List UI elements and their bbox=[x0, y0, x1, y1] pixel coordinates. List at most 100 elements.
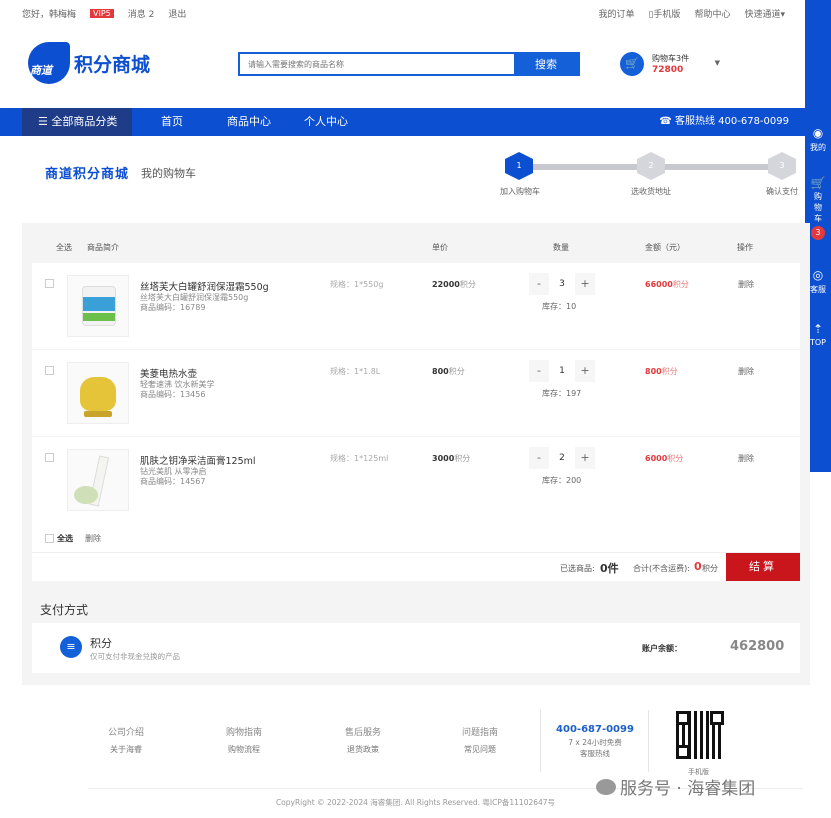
footer-divider bbox=[540, 710, 541, 772]
cart-summary: 全选 删除 已选商品: 0件 合计(不含运费): 0 积分 结算 bbox=[32, 523, 800, 581]
payment-method-name: 积分 bbox=[90, 637, 112, 650]
nav-item-products[interactable]: 商品中心 bbox=[227, 108, 271, 136]
coin-stack-icon: ≡ bbox=[60, 636, 82, 658]
nav-item-profile[interactable]: 个人中心 bbox=[304, 108, 348, 136]
row-amount: 66000积分 bbox=[645, 280, 689, 289]
header-qty: 数量 bbox=[553, 243, 569, 252]
footer-link[interactable]: 关于海睿 bbox=[108, 744, 144, 755]
checkout-button[interactable]: 结算 bbox=[726, 553, 800, 581]
breadcrumb: 商道积分商城 我的购物车 bbox=[45, 163, 197, 183]
nav-item-home[interactable]: 首页 bbox=[161, 108, 183, 136]
footer-col: 公司介绍 关于海睿 bbox=[108, 728, 145, 755]
quick-access-menu[interactable]: 快速通道▾ bbox=[744, 7, 785, 20]
table-header: 全选 商品简介 单价 数量 金额（元） 操作 bbox=[22, 223, 810, 263]
stock-text: 库存：200 bbox=[542, 476, 582, 485]
watermark: 服务号 · 海睿集团 bbox=[596, 774, 755, 799]
increase-button[interactable]: + bbox=[575, 360, 595, 382]
qr-code bbox=[676, 711, 724, 759]
payment-title: 支付方式 bbox=[40, 603, 89, 617]
header-select-all[interactable]: 全选 bbox=[56, 242, 72, 253]
all-categories-button[interactable]: ☰ 全部商品分类 bbox=[22, 108, 132, 136]
select-all-checkbox[interactable] bbox=[45, 534, 54, 543]
logo-text: 积分商城 bbox=[74, 53, 151, 76]
user-icon: ◉ bbox=[812, 126, 824, 140]
delete-link[interactable]: 删除 bbox=[738, 366, 754, 377]
product-image[interactable] bbox=[67, 275, 129, 337]
cart-count-label: 购物车3件 bbox=[652, 53, 690, 63]
decrease-button[interactable]: - bbox=[529, 447, 549, 469]
total-value: 0 bbox=[694, 560, 702, 573]
total-unit: 积分 bbox=[702, 564, 718, 573]
cart-panel: 全选 商品简介 单价 数量 金额（元） 操作 丝塔芙大白罐舒润保湿霜550g 丝… bbox=[22, 223, 810, 685]
product-spec: 规格：1*125ml bbox=[330, 454, 389, 463]
product-spec: 规格：1*550g bbox=[330, 280, 384, 289]
product-image[interactable] bbox=[67, 362, 129, 424]
unit-price: 800积分 bbox=[432, 367, 465, 376]
footer-divider bbox=[648, 710, 649, 772]
mobile-link[interactable]: ▯手机版 bbox=[648, 7, 680, 20]
main-nav: ☰ 全部商品分类 首页 商品中心 个人中心 ☎ 客服热线 400-678-009… bbox=[0, 108, 805, 136]
headset-icon: ☎ bbox=[659, 116, 675, 127]
brand-title: 商道积分商城 bbox=[45, 167, 130, 182]
quantity-input[interactable]: 3 bbox=[549, 273, 575, 295]
increase-button[interactable]: + bbox=[575, 273, 595, 295]
table-row: 丝塔芙大白罐舒润保湿霜550g 丝塔芙大白罐舒润保湿霜550g 商品编码：167… bbox=[32, 263, 800, 349]
header-cart[interactable]: 🛒 购物车3件 72800 ▼ bbox=[620, 51, 730, 77]
greeting-text: 您好，韩梅梅 bbox=[22, 10, 77, 20]
cart-icon: 🛒 bbox=[810, 176, 826, 190]
sidebar-item-mine[interactable]: ◉ 我的 bbox=[805, 126, 831, 153]
chevron-down-icon: ▼ bbox=[714, 59, 720, 67]
help-link[interactable]: 帮助中心 bbox=[694, 7, 730, 20]
quantity-input[interactable]: 1 bbox=[549, 360, 575, 382]
product-spec: 规格：1*1.8L bbox=[330, 367, 381, 376]
step-line bbox=[528, 164, 640, 170]
wechat-icon bbox=[596, 778, 616, 795]
payment-method[interactable]: ≡ 积分 仅可支付非现金兑换的产品 账户余额： 462800 bbox=[32, 623, 800, 673]
checkout-steps: 1 2 3 加入购物车 选收货地址 确认支付 bbox=[500, 150, 800, 200]
delete-link[interactable]: 删除 bbox=[738, 453, 754, 464]
product-name[interactable]: 美菱电热水壶 bbox=[140, 366, 197, 380]
chevron-down-icon: ▾ bbox=[780, 10, 785, 20]
footer-col: 问题指南 常见问题 bbox=[462, 728, 499, 755]
site-logo[interactable]: 商道 积分商城 bbox=[28, 42, 150, 84]
selected-label: 已选商品: bbox=[560, 564, 595, 573]
table-row: 美菱电热水壶 轻奢速沸 饮水新美学 商品编码：13456 规格：1*1.8L 8… bbox=[32, 350, 800, 436]
row-checkbox[interactable] bbox=[45, 453, 54, 462]
increase-button[interactable]: + bbox=[575, 447, 595, 469]
dolphin-logo-icon: 商道 bbox=[28, 42, 70, 84]
row-amount: 800积分 bbox=[645, 367, 678, 376]
delete-link[interactable]: 删除 bbox=[738, 279, 754, 290]
select-all-label[interactable]: 全选 bbox=[57, 533, 73, 544]
step-3-marker: 3 bbox=[768, 152, 796, 180]
footer-link[interactable]: 购物流程 bbox=[226, 744, 262, 755]
quantity-stepper: - 1 + bbox=[529, 360, 595, 382]
logout-link[interactable]: 退出 bbox=[168, 7, 186, 20]
footer-link[interactable]: 退货政策 bbox=[345, 744, 381, 755]
row-checkbox[interactable] bbox=[45, 366, 54, 375]
search-input[interactable] bbox=[240, 54, 514, 74]
cart-badge: 3 bbox=[811, 226, 825, 240]
vip-badge: VIP5 bbox=[90, 9, 114, 18]
decrease-button[interactable]: - bbox=[529, 360, 549, 382]
footer-hotline: 400-687-0099 7 x 24小时免费 客服热线 bbox=[556, 724, 634, 758]
unit-price: 22000积分 bbox=[432, 280, 476, 289]
table-row: 肌肤之钥净采洁面膏125ml 钻光美肌 从零净启 商品编码：14567 规格：1… bbox=[32, 437, 800, 523]
product-code: 商品编码：13456 bbox=[140, 390, 206, 399]
site-header: 商道 积分商城 搜索 🛒 购物车3件 72800 ▼ bbox=[0, 24, 805, 108]
row-amount: 6000积分 bbox=[645, 454, 684, 463]
my-orders-link[interactable]: 我的订单 bbox=[598, 7, 634, 20]
footer-link[interactable]: 常见问题 bbox=[462, 744, 498, 755]
footer-col: 售后服务 退货政策 bbox=[345, 728, 382, 755]
decrease-button[interactable]: - bbox=[529, 273, 549, 295]
step-1-marker: 1 bbox=[505, 152, 533, 180]
cart-points: 72800 bbox=[652, 64, 684, 75]
product-name[interactable]: 肌肤之钥净采洁面膏125ml bbox=[140, 453, 256, 467]
product-image[interactable] bbox=[67, 449, 129, 511]
row-checkbox[interactable] bbox=[45, 279, 54, 288]
messages-link[interactable]: 消息 2 bbox=[128, 7, 155, 20]
page-title: 我的购物车 bbox=[141, 166, 197, 180]
product-name[interactable]: 丝塔芙大白罐舒润保湿霜550g bbox=[140, 279, 269, 293]
quantity-input[interactable]: 2 bbox=[549, 447, 575, 469]
batch-delete-link[interactable]: 删除 bbox=[85, 533, 101, 544]
search-button[interactable]: 搜索 bbox=[514, 54, 578, 74]
